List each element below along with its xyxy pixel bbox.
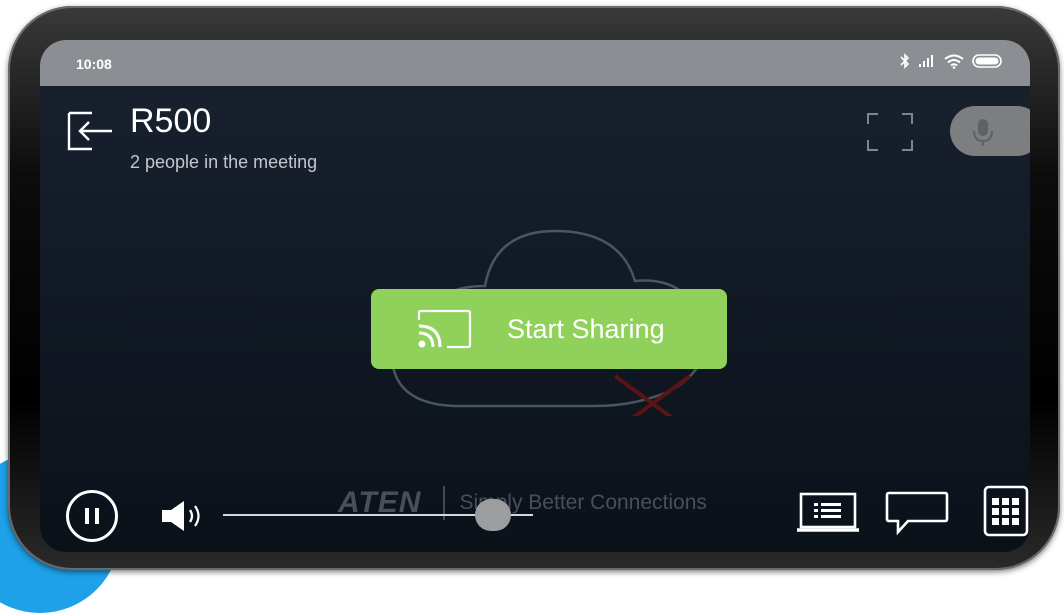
signal-icon xyxy=(918,54,936,73)
status-bar: 10:08 xyxy=(40,40,1030,86)
participant-count: 2 people in the meeting xyxy=(130,152,318,172)
participants-icon[interactable] xyxy=(796,492,860,534)
pause-icon-bar xyxy=(95,508,99,524)
bluetooth-icon xyxy=(900,53,910,74)
battery-icon xyxy=(972,54,1004,73)
keypad-icon[interactable] xyxy=(982,484,1030,538)
app-screen: 10:08 R500 2 people in the meeting Start… xyxy=(40,40,1030,552)
cast-icon xyxy=(417,309,472,349)
volume-icon[interactable] xyxy=(160,498,214,534)
status-time: 10:08 xyxy=(76,56,112,72)
phone-frame: 10:08 R500 2 people in the meeting Start… xyxy=(8,6,1060,570)
back-icon[interactable] xyxy=(66,110,116,152)
microphone-icon xyxy=(973,119,993,146)
start-sharing-label: Start Sharing xyxy=(507,313,665,344)
pause-button[interactable] xyxy=(66,490,118,542)
room-name: R500 xyxy=(130,102,212,140)
chat-icon[interactable] xyxy=(884,490,950,536)
mic-toggle[interactable] xyxy=(950,106,1030,156)
pause-icon xyxy=(85,508,89,524)
status-icons xyxy=(900,53,1004,74)
wifi-icon xyxy=(944,54,964,74)
start-sharing-button[interactable]: Start Sharing xyxy=(371,289,727,369)
volume-slider-thumb[interactable] xyxy=(474,499,511,531)
fullscreen-icon[interactable] xyxy=(866,112,914,152)
